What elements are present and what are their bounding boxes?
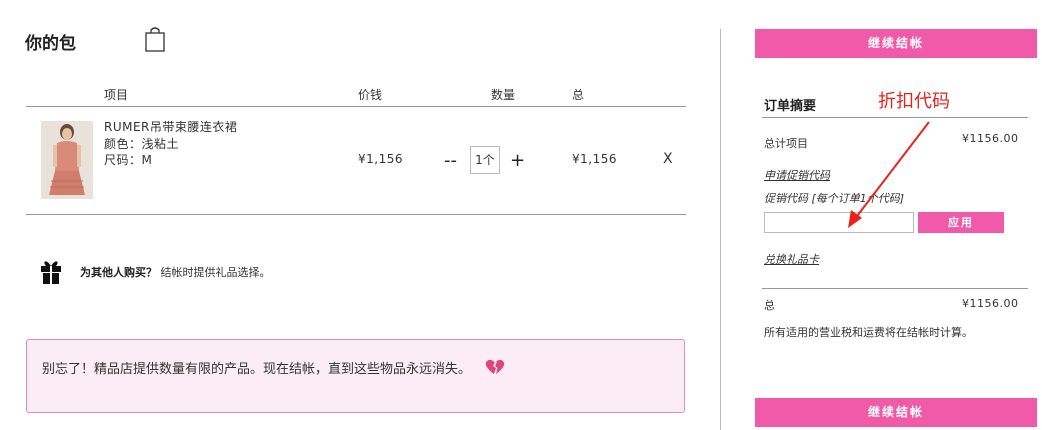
redeem-gift-card-link[interactable]: 兑换礼品卡	[764, 251, 819, 267]
qty-input[interactable]: 1个	[470, 146, 500, 174]
total-label: 总	[764, 299, 775, 312]
item-total: ¥1,156	[572, 152, 617, 166]
product-thumbnail[interactable]	[41, 121, 93, 199]
subtotal-label: 总计项目	[764, 137, 808, 150]
scarcity-notice: 别忘了！精品店提供数量有限的产品。现在结帐，直到这些物品永远消失。	[26, 339, 685, 413]
remove-item-button[interactable]: X	[663, 151, 673, 167]
header-divider	[26, 106, 686, 107]
total-value: ¥1156.00	[962, 297, 1019, 310]
subtotal-value: ¥1156.00	[962, 132, 1019, 145]
product-size: 尺码：M	[104, 153, 153, 167]
apply-promo-link[interactable]: 申请促销代码	[764, 167, 830, 183]
qty-increase-button[interactable]: +	[510, 150, 525, 171]
column-header-item: 项目	[104, 88, 129, 102]
qty-decrease-button[interactable]: --	[444, 150, 457, 171]
gift-question: 为其他人购买？	[80, 266, 157, 279]
product-name[interactable]: RUMER吊带束腰连衣裙	[104, 119, 237, 136]
page-title: 你的包	[25, 34, 76, 54]
item-divider	[26, 214, 686, 215]
order-summary-title: 订单摘要	[764, 99, 817, 114]
pane-divider	[720, 29, 721, 430]
checkout-button-top[interactable]: 继续结帐	[755, 29, 1037, 58]
column-header-qty: 数量	[491, 88, 516, 102]
product-color: 颜色：浅粘土	[104, 136, 180, 151]
broken-heart-icon	[486, 359, 505, 374]
summary-divider-bottom	[762, 288, 1028, 289]
product-info: RUMER吊带束腰连衣裙 颜色：浅粘土 尺码：M	[104, 119, 237, 169]
notice-text: 别忘了！精品店提供数量有限的产品。现在结帐，直到这些物品永远消失。	[42, 358, 505, 377]
notice-message: 别忘了！精品店提供数量有限的产品。现在结帐，直到这些物品永远消失。	[42, 362, 472, 377]
column-header-total: 总	[572, 88, 585, 102]
gift-icon	[41, 261, 61, 284]
shopping-bag-icon	[145, 27, 165, 52]
tax-note: 所有适用的营业税和运费将在结帐时计算。	[764, 326, 973, 339]
gift-option-text: 为其他人购买？ 结帐时提供礼品选择。	[80, 264, 271, 280]
item-price: ¥1,156	[358, 152, 403, 166]
column-header-price: 价钱	[358, 88, 383, 102]
gift-description: 结帐时提供礼品选择。	[160, 266, 271, 279]
checkout-button-bottom[interactable]: 继续结帐	[755, 398, 1037, 427]
red-arrow-annotation	[848, 121, 930, 228]
